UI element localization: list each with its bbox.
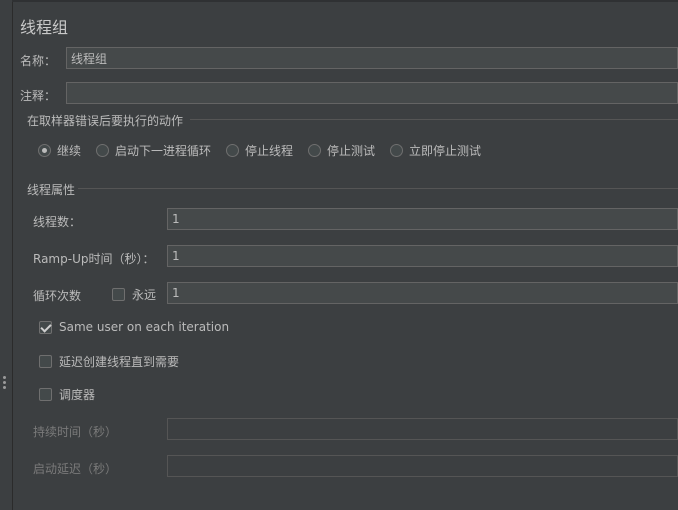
loop-label: 循环次数 [33,289,82,303]
radio-stop-test[interactable]: 停止测试 [308,142,375,159]
delay-create-checkbox[interactable]: 延迟创建线程直到需要 [39,353,179,370]
checkbox-checked-icon [39,320,52,334]
same-user-checkbox[interactable]: Same user on each iteration [39,320,229,334]
radio-icon [308,144,321,157]
threads-input[interactable] [167,208,678,230]
duration-input[interactable] [167,418,678,440]
startup-delay-input[interactable] [167,455,678,477]
radio-stop-thread[interactable]: 停止线程 [226,142,293,159]
section-divider [190,119,678,120]
page-title: 线程组 [20,18,69,37]
scheduler-label: 调度器 [59,388,96,402]
scheduler-checkbox[interactable]: 调度器 [39,386,95,403]
checkbox-icon [39,388,52,401]
rampup-input[interactable] [167,245,678,267]
error-action-heading: 在取样器错误后要执行的动作 [27,114,184,128]
comment-label: 注释： [20,89,57,103]
forever-checkbox[interactable]: 永远 [112,286,156,303]
radio-continue-label: 继续 [57,144,82,158]
radio-selected-icon [38,144,51,157]
radio-icon [96,144,109,157]
radio-continue[interactable]: 继续 [38,142,81,159]
threads-label: 线程数： [33,215,82,229]
forever-label: 永远 [132,288,157,302]
checkbox-icon [112,288,125,301]
radio-icon [226,144,239,157]
left-splitter[interactable] [0,0,13,510]
rampup-label: Ramp-Up时间（秒）： [33,252,155,266]
radio-stop-test-label: 停止测试 [327,144,376,158]
name-label: 名称： [20,54,57,68]
radio-stop-test-now-label: 立即停止测试 [409,144,482,158]
startup-delay-label: 启动延迟（秒） [33,462,118,476]
delay-create-label: 延迟创建线程直到需要 [59,355,180,369]
comment-input[interactable] [66,82,678,104]
thread-props-heading: 线程属性 [27,183,76,197]
duration-label: 持续时间（秒） [33,425,118,439]
same-user-label: Same user on each iteration [59,320,230,334]
section-divider [78,188,678,189]
radio-stop-test-now[interactable]: 立即停止测试 [390,142,481,159]
drag-handle-icon[interactable] [3,376,7,390]
loop-count-input[interactable] [167,282,678,304]
checkbox-icon [39,355,52,368]
radio-start-next-loop[interactable]: 启动下一进程循环 [96,142,211,159]
top-border [12,0,678,2]
radio-stop-thread-label: 停止线程 [245,144,294,158]
radio-icon [390,144,403,157]
name-input[interactable] [66,47,678,69]
radio-start-next-loop-label: 启动下一进程循环 [115,144,212,158]
